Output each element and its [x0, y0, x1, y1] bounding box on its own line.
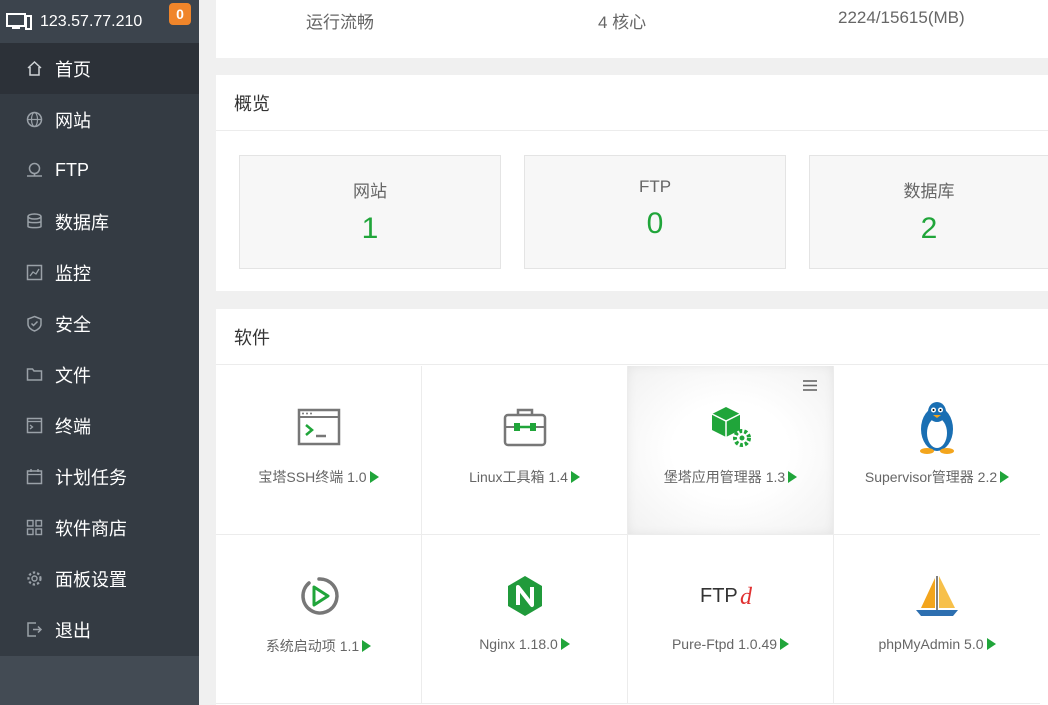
sidebar-item-label: 软件商店 — [55, 518, 127, 539]
software-name: phpMyAdmin 5.0 — [878, 636, 984, 652]
play-icon[interactable] — [560, 638, 570, 650]
overview-ftp[interactable]: FTP 0 — [524, 155, 786, 269]
play-icon[interactable] — [780, 638, 790, 650]
overview-label: 网站 — [353, 182, 387, 201]
play-icon[interactable] — [788, 471, 798, 483]
overview-title: 概览 — [216, 75, 1048, 131]
sidebar-item-label: 文件 — [55, 365, 91, 386]
sidebar-item-settings[interactable]: 面板设置 — [0, 553, 199, 604]
play-icon[interactable] — [362, 640, 372, 652]
play-icon[interactable] — [369, 471, 379, 483]
software-supervisor[interactable]: Supervisor管理器 2.2 — [834, 366, 1040, 535]
sidebar-item-label: 监控 — [55, 263, 91, 284]
sidebar-item-logout[interactable]: 退出 — [0, 604, 199, 655]
sidebar-item-app-store[interactable]: 软件商店 — [0, 502, 199, 553]
play-icon[interactable] — [1000, 471, 1010, 483]
globe-icon — [26, 111, 43, 128]
software-name: 宝塔SSH终端 1.0 — [258, 469, 367, 485]
sidebar-item-files[interactable]: 文件 — [0, 349, 199, 400]
database-icon — [26, 213, 43, 230]
overview-card: 概览 网站 1 FTP 0 数据库 2 — [216, 75, 1048, 291]
overview-websites[interactable]: 网站 1 — [239, 155, 501, 269]
load-status: 运行流畅 — [306, 13, 374, 32]
software-name: Nginx 1.18.0 — [479, 636, 558, 652]
software-ssh-terminal[interactable]: 宝塔SSH终端 1.0 — [216, 366, 422, 535]
software-nginx[interactable]: Nginx 1.18.0 — [422, 535, 628, 704]
sidebar-item-cron[interactable]: 计划任务 — [0, 451, 199, 502]
notification-badge[interactable]: 0 — [169, 3, 191, 25]
cpu-cores: 4 核心 — [598, 13, 647, 32]
logout-icon — [26, 621, 43, 638]
phpmyadmin-icon — [912, 571, 962, 621]
computer-icon — [6, 12, 32, 30]
svg-text:FTP: FTP — [700, 585, 738, 607]
sidebar-item-label: 网站 — [55, 110, 91, 131]
overview-label: 数据库 — [903, 182, 955, 201]
terminal-icon — [26, 417, 43, 434]
sidebar-item-label: 终端 — [55, 416, 91, 437]
sidebar-item-terminal[interactable]: 终端 — [0, 400, 199, 451]
folder-icon — [26, 366, 43, 383]
toolbox-icon — [500, 402, 550, 452]
menu-icon[interactable] — [803, 380, 817, 391]
sidebar-item-label: 数据库 — [55, 212, 109, 233]
sidebar-item-label: 安全 — [55, 314, 91, 335]
apps-icon — [26, 519, 43, 536]
sidebar-footer — [0, 656, 199, 705]
software-card: 软件 宝塔SSH终端 1.0 Linux工具箱 1.4 堡塔应用管理器 1.3 — [216, 309, 1048, 705]
sidebar: 123.57.77.210 0 首页 网站 FTP 数据库 监控 安全 文件 终… — [0, 0, 199, 705]
sidebar-item-label: 首页 — [55, 59, 91, 80]
software-name: Linux工具箱 1.4 — [469, 469, 568, 485]
svg-text:d: d — [740, 584, 753, 610]
server-header[interactable]: 123.57.77.210 0 — [0, 0, 199, 43]
ftp-icon — [26, 162, 43, 179]
calendar-icon — [26, 468, 43, 485]
play-icon[interactable] — [986, 638, 996, 650]
startup-icon — [294, 571, 344, 621]
software-name: Pure-Ftpd 1.0.49 — [671, 636, 778, 652]
nav-menu: 首页 网站 FTP 数据库 监控 安全 文件 终端 计划任务 软件商店 面板设置… — [0, 43, 199, 656]
sidebar-item-label: 退出 — [55, 620, 91, 641]
sidebar-item-home[interactable]: 首页 — [0, 43, 199, 94]
software-name: Supervisor管理器 2.2 — [864, 469, 998, 485]
ssh-terminal-icon — [294, 402, 344, 452]
sidebar-item-database[interactable]: 数据库 — [0, 196, 199, 247]
sidebar-item-label: 计划任务 — [55, 467, 127, 488]
gear-icon — [26, 570, 43, 587]
overview-label: FTP — [638, 177, 672, 196]
software-name: 系统启动项 1.1 — [265, 638, 360, 654]
sidebar-item-websites[interactable]: 网站 — [0, 94, 199, 145]
sidebar-item-security[interactable]: 安全 — [0, 298, 199, 349]
overview-count: 0 — [646, 207, 664, 240]
software-pure-ftpd[interactable]: FTP d Pure-Ftpd 1.0.49 — [628, 535, 834, 704]
nginx-icon — [500, 571, 550, 621]
server-ip: 123.57.77.210 — [40, 12, 143, 30]
app-manager-icon — [706, 402, 756, 452]
penguin-icon — [912, 402, 962, 454]
sidebar-item-label: FTP — [55, 160, 89, 180]
overview-database[interactable]: 数据库 2 — [809, 155, 1048, 269]
software-title: 软件 — [216, 309, 1048, 365]
overview-count: 1 — [361, 212, 379, 245]
software-app-manager[interactable]: 堡塔应用管理器 1.3 — [628, 366, 834, 535]
monitor-icon — [26, 264, 43, 281]
home-icon — [26, 60, 43, 77]
sidebar-item-label: 面板设置 — [55, 569, 127, 590]
software-startup[interactable]: 系统启动项 1.1 — [216, 535, 422, 704]
software-linux-toolbox[interactable]: Linux工具箱 1.4 — [422, 366, 628, 535]
play-icon[interactable] — [570, 471, 580, 483]
software-phpmyadmin[interactable]: phpMyAdmin 5.0 — [834, 535, 1040, 704]
overview-count: 2 — [920, 212, 938, 245]
status-card: 运行流畅 4 核心 2224/15615(MB) — [216, 0, 1048, 58]
sidebar-item-monitor[interactable]: 监控 — [0, 247, 199, 298]
software-name: 堡塔应用管理器 1.3 — [663, 469, 786, 485]
sidebar-item-ftp[interactable]: FTP — [0, 145, 199, 196]
memory-usage: 2224/15615(MB) — [838, 8, 965, 27]
ftpd-icon: FTP d — [696, 571, 766, 621]
shield-icon — [26, 315, 43, 332]
